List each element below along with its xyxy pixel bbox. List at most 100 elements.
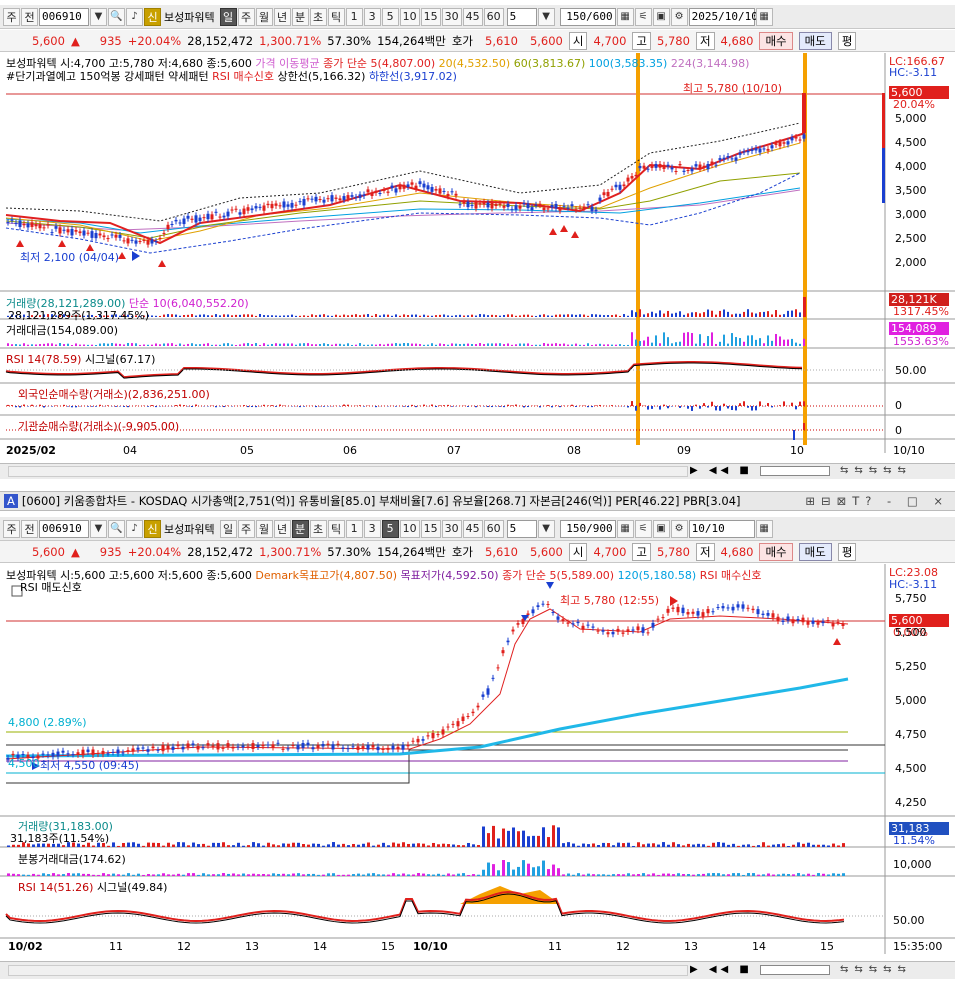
top-volume-bar: [579, 314, 581, 317]
top-new-badge[interactable]: 신: [144, 7, 161, 26]
top-minute-3[interactable]: 10: [399, 7, 420, 26]
bottom-scrollbar[interactable]: ▶ ◀◀ ■ ▶▶ ⇆⇆⇆⇆⇆: [0, 961, 955, 979]
bottom-period-1[interactable]: 주: [237, 519, 255, 538]
top-minute-7[interactable]: 60: [483, 7, 504, 26]
top-minute-2[interactable]: 5: [381, 7, 399, 26]
top-period-5[interactable]: 초: [309, 7, 327, 26]
top-minute-0[interactable]: 1: [345, 7, 363, 26]
bottom-eval-button[interactable]: 평: [837, 542, 857, 561]
top-period-6[interactable]: 틱: [327, 7, 345, 26]
top-date-input[interactable]: 2025/10/10: [688, 7, 758, 26]
bottom-search-icon[interactable]: 🔍: [108, 519, 125, 538]
top-period-4[interactable]: 분: [291, 7, 309, 26]
top-sell-button[interactable]: 매도: [798, 31, 832, 50]
top-frg-bar: [711, 401, 713, 406]
bottom-minute-2[interactable]: 5: [381, 519, 399, 538]
top-frg-bar: [155, 406, 157, 408]
bottom-amount-bar: [212, 874, 215, 876]
top-amount-bar: [739, 338, 741, 346]
top-rsi-buy-marker: [16, 240, 24, 247]
bottom-period-5[interactable]: 초: [309, 519, 327, 538]
bottom-period-0[interactable]: 일: [219, 519, 237, 538]
top-save-icon[interactable]: ▣: [652, 7, 670, 26]
top-search-icon[interactable]: 🔍: [108, 7, 125, 26]
top-grid-icon[interactable]: ▦: [616, 7, 634, 26]
top-minute-1[interactable]: 3: [363, 7, 381, 26]
bottom-minute-5[interactable]: 30: [441, 519, 462, 538]
top-candle: [294, 204, 298, 206]
bottom-grid-icon[interactable]: ▦: [616, 519, 634, 538]
bottom-candle: [446, 726, 450, 728]
top-period-0[interactable]: 일: [219, 7, 237, 26]
bottom-date-input[interactable]: 10/10: [688, 519, 755, 538]
top-scroll-track[interactable]: [8, 466, 688, 477]
bottom-settings-icon[interactable]: ⚙: [670, 519, 688, 538]
bottom-chart-type-icon[interactable]: ⚟: [634, 519, 652, 538]
bottom-minute-7[interactable]: 60: [483, 519, 504, 538]
top-amount-bar: [211, 344, 213, 346]
top-zoom-buttons[interactable]: ⇆⇆⇆⇆⇆: [840, 465, 912, 476]
top-zoom-slider[interactable]: [760, 466, 830, 476]
top-interval-select[interactable]: 5: [506, 7, 537, 26]
top-scrollbar[interactable]: ▶ ◀◀ ■ ▶▶ ⇆⇆⇆⇆⇆: [0, 463, 955, 479]
top-legend-overheat: #단기과열예고: [6, 70, 76, 83]
top-eval-button[interactable]: 평: [837, 31, 857, 50]
bottom-period-3[interactable]: 년: [273, 519, 291, 538]
bottom-mode-select[interactable]: 주: [3, 519, 20, 538]
top-minute-4[interactable]: 15: [420, 7, 441, 26]
bottom-calendar-icon[interactable]: ▦: [755, 519, 773, 538]
top-interval-dropdown-icon[interactable]: ▼: [537, 7, 555, 26]
bottom-amount-bar: [137, 873, 140, 876]
top-period-1[interactable]: 주: [237, 7, 255, 26]
bottom-minute-4[interactable]: 15: [420, 519, 441, 538]
top-low-marker: [132, 251, 140, 261]
window-controls[interactable]: ⊞⊟⊠T? - □ ×: [805, 494, 949, 508]
bottom-sound-icon[interactable]: ♪: [126, 519, 143, 538]
top-prev-button[interactable]: 전: [21, 7, 38, 26]
bottom-interval-select[interactable]: 5: [506, 519, 537, 538]
top-code-input[interactable]: 006910: [39, 7, 89, 26]
top-volume-bar: [411, 314, 413, 317]
bottom-count-input[interactable]: 150/900: [559, 519, 616, 538]
top-count-input[interactable]: 150/600: [559, 7, 616, 26]
bottom-minute-3[interactable]: 10: [399, 519, 420, 538]
top-amount-bar: [635, 339, 637, 346]
bottom-minute-1[interactable]: 3: [363, 519, 381, 538]
bottom-save-icon[interactable]: ▣: [652, 519, 670, 538]
bottom-minute-6[interactable]: 45: [462, 519, 483, 538]
top-code-dropdown-icon[interactable]: ▼: [90, 7, 107, 26]
bottom-chart-svg[interactable]: [0, 564, 955, 961]
bottom-buy-button[interactable]: 매수: [759, 542, 793, 561]
bottom-period-2[interactable]: 월: [255, 519, 273, 538]
bottom-volume-bar: [552, 825, 555, 847]
top-buy-button[interactable]: 매수: [759, 31, 793, 50]
top-period-3[interactable]: 년: [273, 7, 291, 26]
bottom-code-dropdown-icon[interactable]: ▼: [90, 519, 107, 538]
top-sound-icon[interactable]: ♪: [126, 7, 143, 26]
bottom-sell-button[interactable]: 매도: [798, 542, 832, 561]
top-period-2[interactable]: 월: [255, 7, 273, 26]
bottom-candle: [686, 612, 690, 615]
bottom-code-input[interactable]: 006910: [39, 519, 89, 538]
top-chart-type-icon[interactable]: ⚟: [634, 7, 652, 26]
top-minute-5[interactable]: 30: [441, 7, 462, 26]
top-minute-6[interactable]: 45: [462, 7, 483, 26]
top-mode-select[interactable]: 주: [3, 7, 20, 26]
bottom-zoom-slider[interactable]: [760, 965, 830, 975]
bottom-prev-button[interactable]: 전: [21, 519, 38, 538]
top-amount-bar: [567, 344, 569, 346]
bottom-candle: [556, 616, 560, 620]
bottom-scroll-track[interactable]: [8, 965, 688, 976]
bottom-amount-bar: [727, 874, 730, 876]
top-settings-icon[interactable]: ⚙: [670, 7, 688, 26]
bottom-new-badge[interactable]: 신: [144, 519, 161, 538]
top-chart-area[interactable]: 보성파워텍 시:4,700 고:5,780 저:4,680 종:5,600 가격…: [0, 53, 955, 463]
bottom-period-4[interactable]: 분: [291, 519, 309, 538]
top-calendar-icon[interactable]: ▦: [755, 7, 773, 26]
bottom-zoom-buttons[interactable]: ⇆⇆⇆⇆⇆: [840, 964, 912, 975]
top-amount-bar: [731, 333, 733, 346]
bottom-minute-0[interactable]: 1: [345, 519, 363, 538]
bottom-period-6[interactable]: 틱: [327, 519, 345, 538]
bottom-chart-area[interactable]: 보성파워텍 시:5,600 고:5,600 저:5,600 종:5,600 De…: [0, 564, 955, 961]
bottom-interval-dropdown-icon[interactable]: ▼: [537, 519, 555, 538]
